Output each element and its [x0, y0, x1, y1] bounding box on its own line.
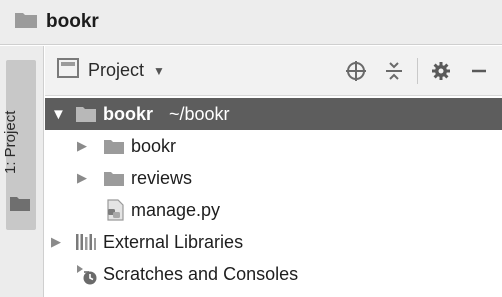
- gear-icon[interactable]: [426, 56, 456, 86]
- tree-item-label: bookr: [103, 103, 154, 124]
- libraries-icon: [75, 233, 97, 256]
- tree-item-scratches[interactable]: Scratches and Consoles: [45, 258, 502, 290]
- tree-item-label: bookr: [131, 135, 177, 156]
- tree-item-manage-py[interactable]: manage.py: [45, 194, 502, 226]
- tree-item-label: Scratches and Consoles: [103, 263, 299, 284]
- chevron-down-icon[interactable]: ▼: [51, 106, 66, 123]
- chevron-right-icon[interactable]: ▶: [77, 170, 87, 186]
- tool-window-strip: 1: Project: [0, 46, 44, 297]
- tree-item-label: manage.py: [131, 199, 221, 220]
- tree-item-label: External Libraries: [103, 231, 244, 252]
- python-file-icon: [105, 199, 125, 226]
- tree-item-reviews[interactable]: ▶ reviews: [45, 162, 502, 194]
- tree-item-external-libraries[interactable]: ▶ External Libraries: [45, 226, 502, 258]
- chevron-down-icon: ▼: [153, 63, 165, 78]
- collapse-all-icon[interactable]: [379, 56, 409, 86]
- project-view-icon: [57, 58, 79, 83]
- locate-icon[interactable]: [341, 56, 371, 86]
- folder-icon: [14, 11, 38, 34]
- minimize-icon[interactable]: [464, 56, 494, 86]
- breadcrumb-item[interactable]: bookr: [46, 11, 99, 33]
- tree-item-label: reviews: [131, 167, 193, 188]
- project-panel-header: Project ▼: [45, 46, 502, 96]
- navigation-bar: bookr: [0, 0, 502, 45]
- tree-item-root[interactable]: ▼ bookr ~/bookr: [45, 98, 502, 130]
- toolbar-separator: [417, 58, 418, 84]
- folder-icon: [9, 196, 31, 217]
- panel-title: Project: [88, 60, 145, 80]
- folder-icon: [103, 171, 125, 192]
- folder-icon: [75, 106, 97, 128]
- project-tree: ▼ bookr ~/bookr ▶ bookr ▶ reviews manage…: [45, 98, 502, 290]
- tree-item-path: ~/bookr: [169, 103, 230, 124]
- tree-item-bookr[interactable]: ▶ bookr: [45, 130, 502, 162]
- scratches-icon: [75, 262, 99, 291]
- project-tab-label: 1: Project: [2, 110, 19, 174]
- view-selector-dropdown[interactable]: Project ▼: [57, 58, 165, 83]
- chevron-right-icon[interactable]: ▶: [51, 234, 61, 250]
- folder-icon: [103, 139, 125, 160]
- chevron-right-icon[interactable]: ▶: [77, 138, 87, 154]
